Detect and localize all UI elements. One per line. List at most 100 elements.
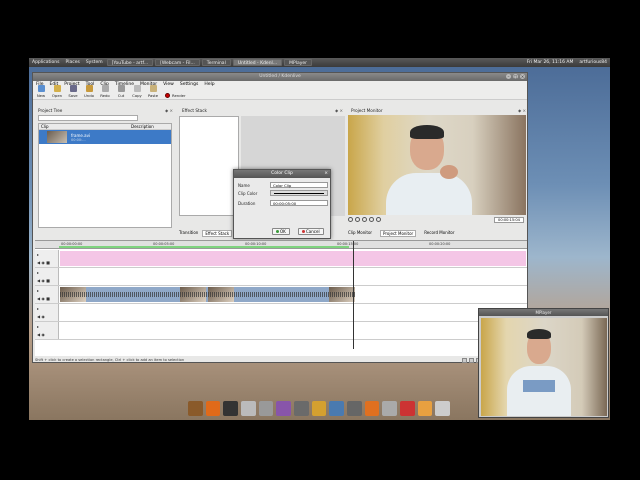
rewind-icon[interactable] <box>348 217 353 222</box>
dock-launcher-icon[interactable] <box>382 400 398 416</box>
kdenlive-window: Untitled / Kdenlive – □ × File Edit Proj… <box>32 72 528 363</box>
mute-icon[interactable]: ◀ ◉ <box>37 332 45 337</box>
places-menu[interactable]: Places <box>63 60 83 65</box>
track-header[interactable]: ▸ ◀ ◉ ■ <box>35 250 59 267</box>
duration-input[interactable]: 00:00:05:00 <box>270 200 328 206</box>
step-back-icon[interactable] <box>355 217 360 222</box>
clip-color-picker[interactable] <box>270 190 328 196</box>
maximize-icon[interactable]: □ <box>513 74 518 79</box>
menu-help[interactable]: Help <box>201 82 217 87</box>
name-input[interactable]: Color Clip <box>270 182 328 188</box>
panel-close-icon[interactable]: ◆ × <box>335 108 343 114</box>
dock-launcher-icon[interactable] <box>188 400 203 416</box>
copy-button[interactable]: Copy <box>129 85 145 98</box>
dock-launcher-icon[interactable] <box>417 400 433 416</box>
project-search-input[interactable] <box>38 115 138 121</box>
lock-icon[interactable]: ▸ <box>37 270 39 275</box>
video-clip-item[interactable] <box>60 287 355 302</box>
cancel-button[interactable]: Cancel <box>298 228 324 235</box>
track-header[interactable]: ▸ ◀ ◉ ■ <box>35 268 59 285</box>
timeline-ruler[interactable]: 00:00:00:00 00:00:05:00 00:00:10:00 00:0… <box>35 241 527 249</box>
user-name[interactable]: artfurious84 <box>576 60 610 65</box>
mplayer-titlebar[interactable]: MPlayer <box>479 309 608 316</box>
ok-button[interactable]: OK <box>272 228 290 235</box>
clip-color-label: Clip Color <box>238 191 258 196</box>
applications-menu[interactable]: Applications <box>29 60 63 65</box>
mute-icon[interactable]: ◀ ◉ ■ <box>37 296 50 301</box>
tool-icon[interactable] <box>469 357 474 363</box>
lock-icon[interactable]: ▸ <box>37 324 39 329</box>
effect-list-box[interactable] <box>179 116 239 216</box>
dock-launcher-icon[interactable] <box>435 400 451 416</box>
track-header[interactable]: ▸ ◀ ◉ <box>35 322 59 339</box>
step-forward-icon[interactable] <box>369 217 374 222</box>
timeline-cursor[interactable] <box>353 241 354 349</box>
taskbar-webcam[interactable]: [Webcam - Fil... <box>155 59 200 66</box>
column-description[interactable]: Description <box>129 124 154 129</box>
system-menu[interactable]: System <box>83 60 106 65</box>
dock-launcher-icon[interactable] <box>400 400 415 416</box>
paste-button[interactable]: Paste <box>145 85 161 98</box>
dock-launcher-icon[interactable] <box>311 400 327 416</box>
dock-launcher-icon[interactable] <box>276 400 292 416</box>
tab-clip-monitor[interactable]: Clip Monitor <box>348 230 372 237</box>
save-button[interactable]: Save <box>65 85 81 98</box>
dock-launcher-icon[interactable] <box>258 400 274 416</box>
monitor-video[interactable] <box>348 115 526 215</box>
close-icon[interactable]: × <box>520 74 525 79</box>
window-titlebar[interactable]: Untitled / Kdenlive – □ × <box>33 73 527 81</box>
project-tree-header: Project Tree ◆ × <box>38 108 173 114</box>
dock-launcher-icon[interactable] <box>329 400 345 416</box>
dialog-close-icon[interactable]: × <box>324 170 328 178</box>
taskbar-youtube[interactable]: [YouTube - artf... <box>106 59 154 66</box>
project-clip-row[interactable]: frame.avi 00:00:... <box>39 130 171 144</box>
dock-launcher-icon[interactable] <box>364 400 380 416</box>
mute-icon[interactable]: ◀ ◉ <box>37 314 45 319</box>
timeline-zone[interactable] <box>59 246 349 248</box>
dock-launcher-icon[interactable] <box>241 400 256 416</box>
forward-icon[interactable] <box>376 217 381 222</box>
window-title: Untitled / Kdenlive <box>259 74 301 79</box>
lock-icon[interactable]: ▸ <box>37 306 39 311</box>
menu-view[interactable]: View <box>160 82 177 87</box>
open-button[interactable]: Open <box>49 85 65 98</box>
play-icon[interactable] <box>362 217 367 222</box>
dialog-titlebar[interactable]: Color Clip × <box>234 170 330 178</box>
taskbar-terminal[interactable]: Terminal <box>201 59 231 66</box>
panel-close-icon[interactable]: ◆ × <box>518 108 526 114</box>
dock-launcher-icon[interactable] <box>205 400 221 416</box>
taskbar-mplayer[interactable]: MPlayer <box>284 59 312 66</box>
clock[interactable]: Fri Mar 26, 11:16 AM <box>524 60 577 65</box>
new-button[interactable]: New <box>33 85 49 98</box>
dock-launcher-icon[interactable] <box>294 400 309 416</box>
render-button[interactable]: Render <box>165 93 191 98</box>
mute-icon[interactable]: ◀ ◉ ■ <box>37 260 50 265</box>
lock-icon[interactable]: ▸ <box>37 252 39 257</box>
color-clip-item[interactable] <box>60 251 526 266</box>
project-tree-list[interactable]: Clip Description frame.avi 00:00:... <box>38 123 172 228</box>
taskbar-kdenlive[interactable]: Untitled - Kdenl... <box>232 59 283 66</box>
tab-record-monitor[interactable]: Record Monitor <box>424 230 454 237</box>
status-text: Shift + click to create a selection rect… <box>35 358 185 362</box>
cut-button[interactable]: Cut <box>113 85 129 98</box>
timeline[interactable]: 00:00:00:00 00:00:05:00 00:00:10:00 00:0… <box>35 240 527 356</box>
undo-button[interactable]: Undo <box>81 85 97 98</box>
lock-icon[interactable]: ▸ <box>37 288 39 293</box>
minimize-icon[interactable]: – <box>506 74 511 79</box>
tab-project-monitor[interactable]: Project Monitor <box>380 230 417 237</box>
track-header[interactable]: ▸ ◀ ◉ ■ <box>35 286 59 303</box>
monitor-timecode[interactable]: 00:00:15:04 <box>494 217 524 223</box>
dock-launcher-icon[interactable] <box>347 400 362 416</box>
track-header[interactable]: ▸ ◀ ◉ <box>35 304 59 321</box>
mute-icon[interactable]: ◀ ◉ ■ <box>37 278 50 283</box>
mplayer-window[interactable]: MPlayer <box>478 308 609 418</box>
redo-button[interactable]: Redo <box>97 85 113 98</box>
column-clip[interactable]: Clip <box>39 124 129 129</box>
tool-icon[interactable] <box>462 357 467 363</box>
tab-effect-stack[interactable]: Effect Stack <box>202 230 233 237</box>
dock-launcher-icon[interactable] <box>223 400 239 416</box>
mplayer-video[interactable] <box>481 318 607 416</box>
menu-settings[interactable]: Settings <box>177 82 201 87</box>
panel-close-icon[interactable]: ◆ × <box>165 108 173 114</box>
tab-transition[interactable]: Transition <box>179 230 198 237</box>
